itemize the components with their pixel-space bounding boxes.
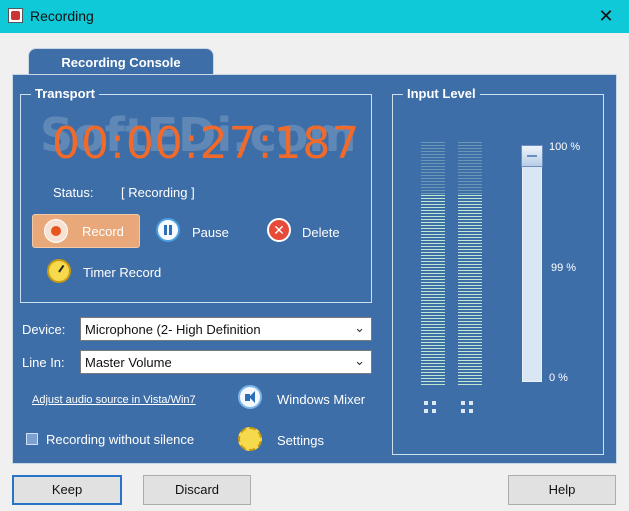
pause-button[interactable]: Pause [192,225,229,240]
recording-without-silence-checkbox[interactable] [26,433,38,445]
input-volume-slider-thumb[interactable] [521,145,543,167]
stopwatch-icon[interactable] [47,259,71,283]
pause-icon[interactable] [156,218,180,242]
help-button[interactable]: Help [508,475,616,505]
left-level-fill [421,195,445,385]
input-level-legend: Input Level [403,86,480,101]
elapsed-time-display: 00:00:27:187 [52,118,361,169]
window-title: Recording [30,8,94,24]
line-in-select[interactable]: Master Volume ⌄ [80,350,372,374]
status-label: Status: [53,185,94,200]
slider-tick-mid: 99 % [551,262,577,274]
line-in-label: Line In: [22,355,65,370]
record-button[interactable]: Record [32,214,140,248]
delete-x-icon[interactable]: ✕ [267,218,291,242]
slider-tick-bottom: 0 % [549,372,568,384]
left-peak-indicator [424,401,442,415]
device-label: Device: [22,322,66,337]
keep-button[interactable]: Keep [12,475,122,505]
transport-legend: Transport [31,86,99,101]
input-volume-slider[interactable] [522,150,542,382]
line-in-value: Master Volume [85,355,172,370]
right-level-fill [458,195,482,385]
chevron-down-icon: ⌄ [354,353,365,368]
timer-record-button[interactable]: Timer Record [83,265,161,280]
close-button[interactable]: ✕ [583,0,629,33]
right-level-meter [458,142,482,385]
status-value: [ Recording ] [121,185,195,200]
recording-without-silence-label[interactable]: Recording without silence [46,432,194,447]
speaker-icon[interactable] [238,385,262,409]
left-level-meter [421,142,445,385]
tab-recording-console[interactable]: Recording Console [28,48,214,76]
slider-tick-top: 100 % [549,141,581,153]
tab-label: Recording Console [61,55,181,70]
delete-button[interactable]: Delete [302,225,340,240]
record-label: Record [82,224,124,239]
record-dot-icon [44,219,68,243]
windows-mixer-button[interactable]: Windows Mixer [277,392,365,407]
discard-button[interactable]: Discard [143,475,251,505]
right-peak-indicator [461,401,479,415]
settings-button[interactable]: Settings [277,433,324,448]
title-bar: Recording ✕ [0,0,629,33]
app-icon [8,8,23,23]
device-select[interactable]: Microphone (2- High Definition ⌄ [80,317,372,341]
gear-icon[interactable] [238,427,262,451]
chevron-down-icon: ⌄ [354,320,365,335]
device-value: Microphone (2- High Definition [85,322,261,337]
adjust-audio-source-link[interactable]: Adjust audio source in Vista/Win7 [32,394,196,406]
